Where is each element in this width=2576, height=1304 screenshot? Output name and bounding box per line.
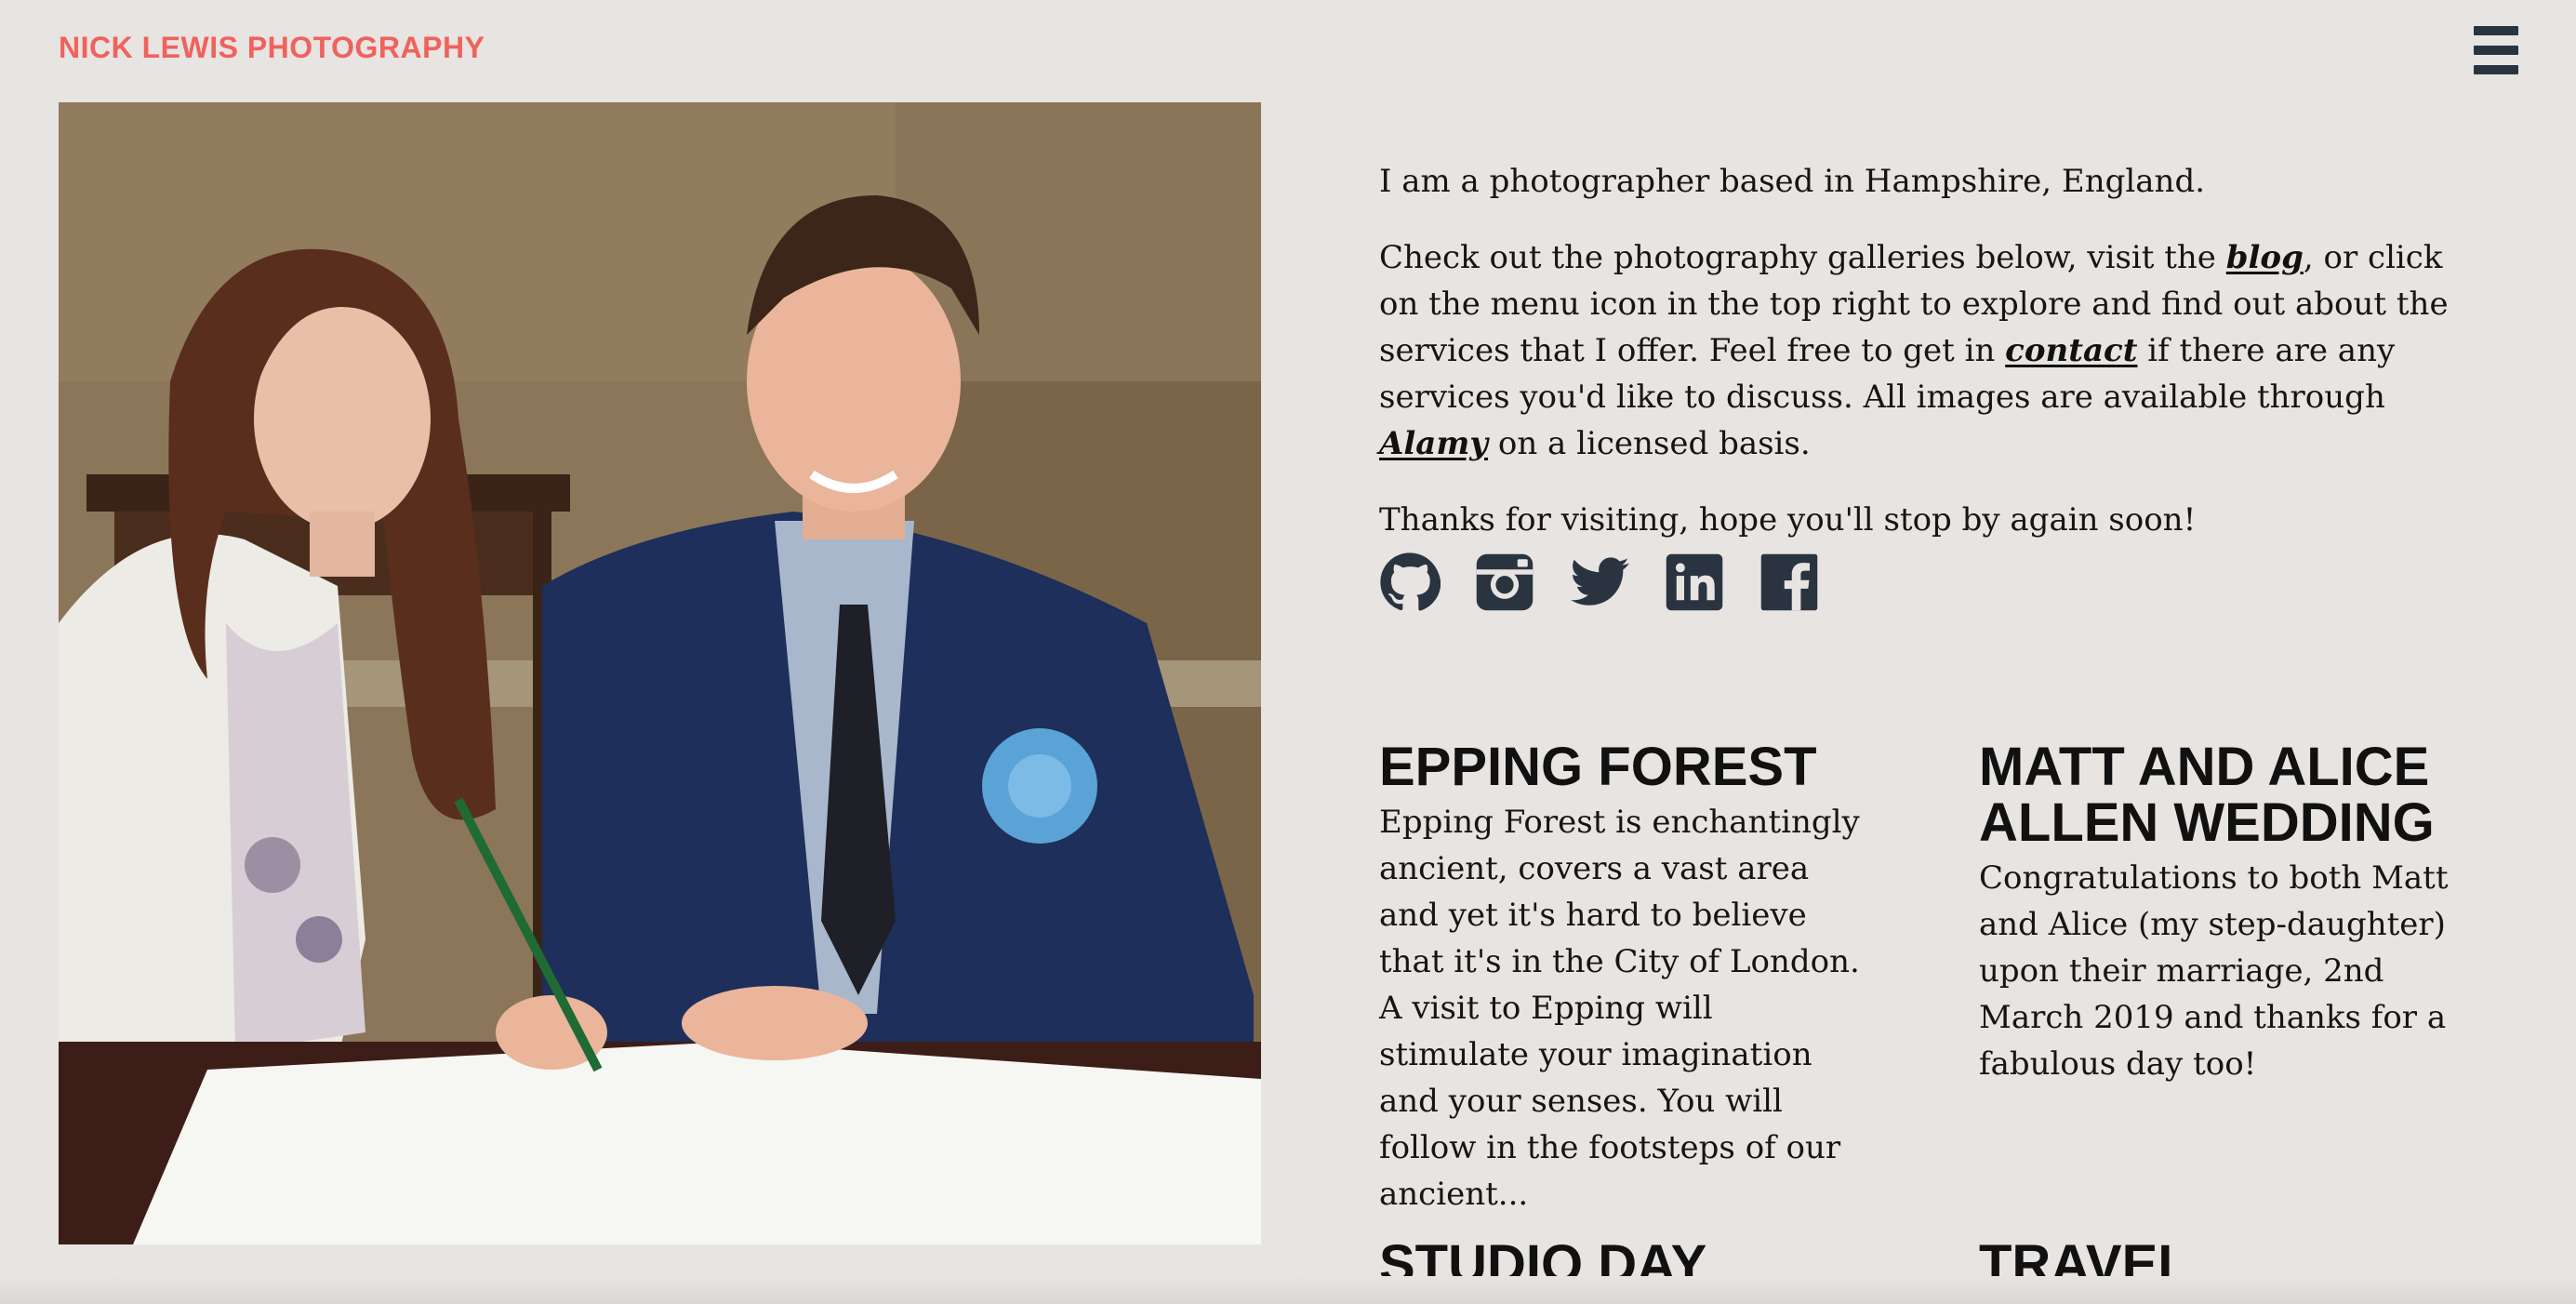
gallery-card-epping-forest[interactable]: EPPING FOREST Epping Forest is enchantin… <box>1379 739 1863 1218</box>
github-icon[interactable] <box>1379 552 1441 613</box>
intro-line-3: Thanks for visiting, hope you'll stop by… <box>1379 501 2197 539</box>
gallery-title[interactable]: STUDIO DAY <box>1379 1237 1863 1293</box>
intro-text: I am a photographer based in Hampshire, … <box>1379 158 2476 573</box>
blog-link[interactable]: blog <box>2226 239 2304 276</box>
intro-paragraph-2: Check out the photography galleries belo… <box>1379 239 2449 462</box>
social-links <box>1379 552 1820 617</box>
hamburger-menu-icon[interactable] <box>2474 26 2518 74</box>
gallery-card-matt-alice-wedding[interactable]: MATT AND ALICE ALLEN WEDDING Congratulat… <box>1979 739 2463 1087</box>
gallery-card-studio-day[interactable]: STUDIO DAY <box>1379 1237 1863 1293</box>
intro-line-1: I am a photographer based in Hampshire, … <box>1379 163 2206 200</box>
gallery-description: Congratulations to both Matt and Alice (… <box>1979 859 2449 1083</box>
facebook-icon[interactable] <box>1759 552 1820 613</box>
contact-link[interactable]: contact <box>2005 332 2137 369</box>
gallery-card-travel[interactable]: TRAVEL <box>1979 1237 2463 1293</box>
instagram-icon[interactable] <box>1474 552 1535 613</box>
gallery-title[interactable]: MATT AND ALICE ALLEN WEDDING <box>1979 739 2463 851</box>
linkedin-icon[interactable] <box>1664 552 1725 613</box>
gallery-description: Epping Forest is enchantingly ancient, c… <box>1379 804 1860 1213</box>
site-title-link[interactable]: NICK LEWIS PHOTOGRAPHY <box>59 31 485 65</box>
gallery-title[interactable]: EPPING FOREST <box>1379 739 1863 795</box>
gallery-title[interactable]: TRAVEL <box>1979 1237 2463 1293</box>
twitter-icon[interactable] <box>1569 552 1630 613</box>
alamy-link[interactable]: Alamy <box>1379 425 1488 462</box>
hero-photo <box>59 102 1261 1244</box>
